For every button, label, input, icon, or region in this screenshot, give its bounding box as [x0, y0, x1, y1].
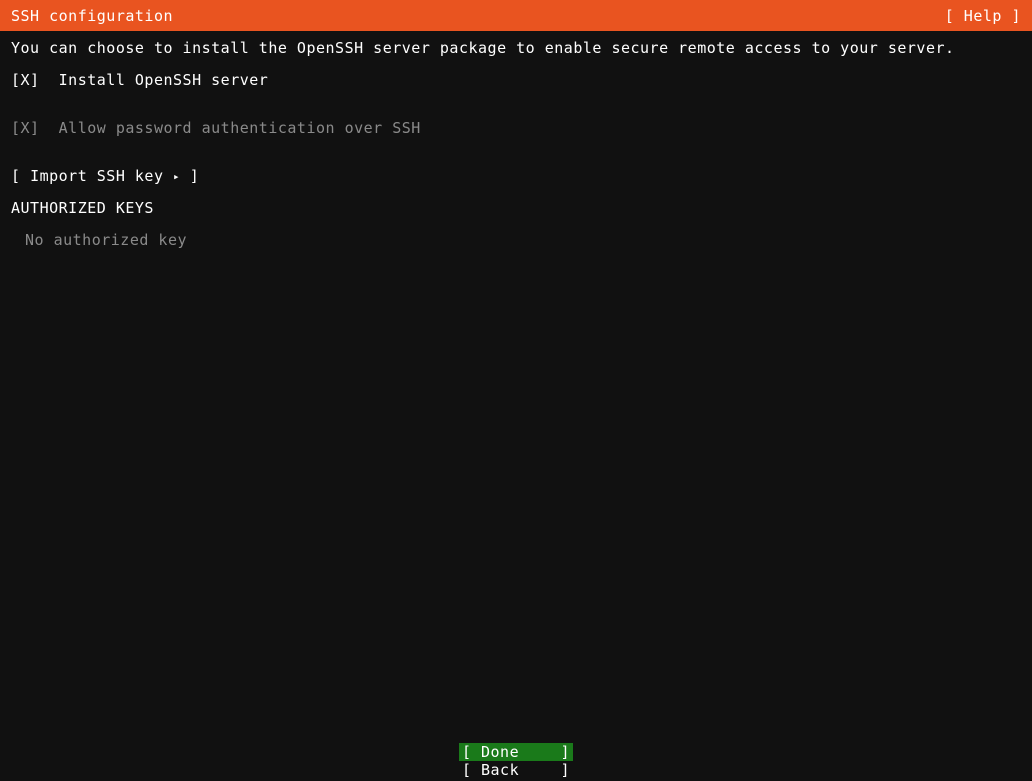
authorized-keys-empty-message: No authorized key: [25, 231, 188, 249]
checkbox-label: Install OpenSSH server: [58, 71, 269, 89]
done-button-label: Done: [481, 743, 520, 761]
arrow-spacer: [164, 167, 174, 185]
page-title: SSH configuration: [11, 6, 174, 25]
open-bracket: [: [462, 761, 472, 779]
checkbox-allow-password-authentication[interactable]: [X] Allow password authentication over S…: [11, 120, 421, 136]
authorized-keys-heading: AUTHORIZED KEYS: [11, 199, 154, 217]
checkbox-install-openssh-server[interactable]: [X] Install OpenSSH server: [11, 72, 268, 88]
checkbox-marker: [X]: [11, 119, 40, 137]
open-bracket: [: [11, 167, 21, 185]
checkbox-marker: [X]: [11, 71, 40, 89]
close-spacer: [180, 167, 190, 185]
open-bracket: [: [462, 743, 472, 761]
main-content: You can choose to install the OpenSSH se…: [0, 31, 1032, 781]
title-bar: SSH configuration [ Help ]: [0, 0, 1032, 31]
intro-text: You can choose to install the OpenSSH se…: [11, 39, 955, 57]
close-bracket: ]: [560, 743, 570, 761]
footer-buttons: [ Done] [ Back]: [459, 743, 573, 779]
done-button[interactable]: [ Done]: [459, 743, 573, 761]
back-button[interactable]: [ Back]: [459, 761, 573, 779]
import-ssh-key-button[interactable]: [ Import SSH key ▸ ]: [11, 168, 199, 184]
checkbox-spacer: [40, 119, 59, 137]
help-button[interactable]: [ Help ]: [945, 8, 1021, 24]
back-button-label: Back: [481, 761, 520, 779]
close-bracket: ]: [189, 167, 200, 185]
bracket-spacer: [21, 167, 31, 185]
checkbox-label: Allow password authentication over SSH: [58, 119, 421, 137]
close-bracket: ]: [560, 761, 570, 779]
import-ssh-key-label: Import SSH key: [30, 167, 164, 185]
checkbox-spacer: [40, 71, 59, 89]
